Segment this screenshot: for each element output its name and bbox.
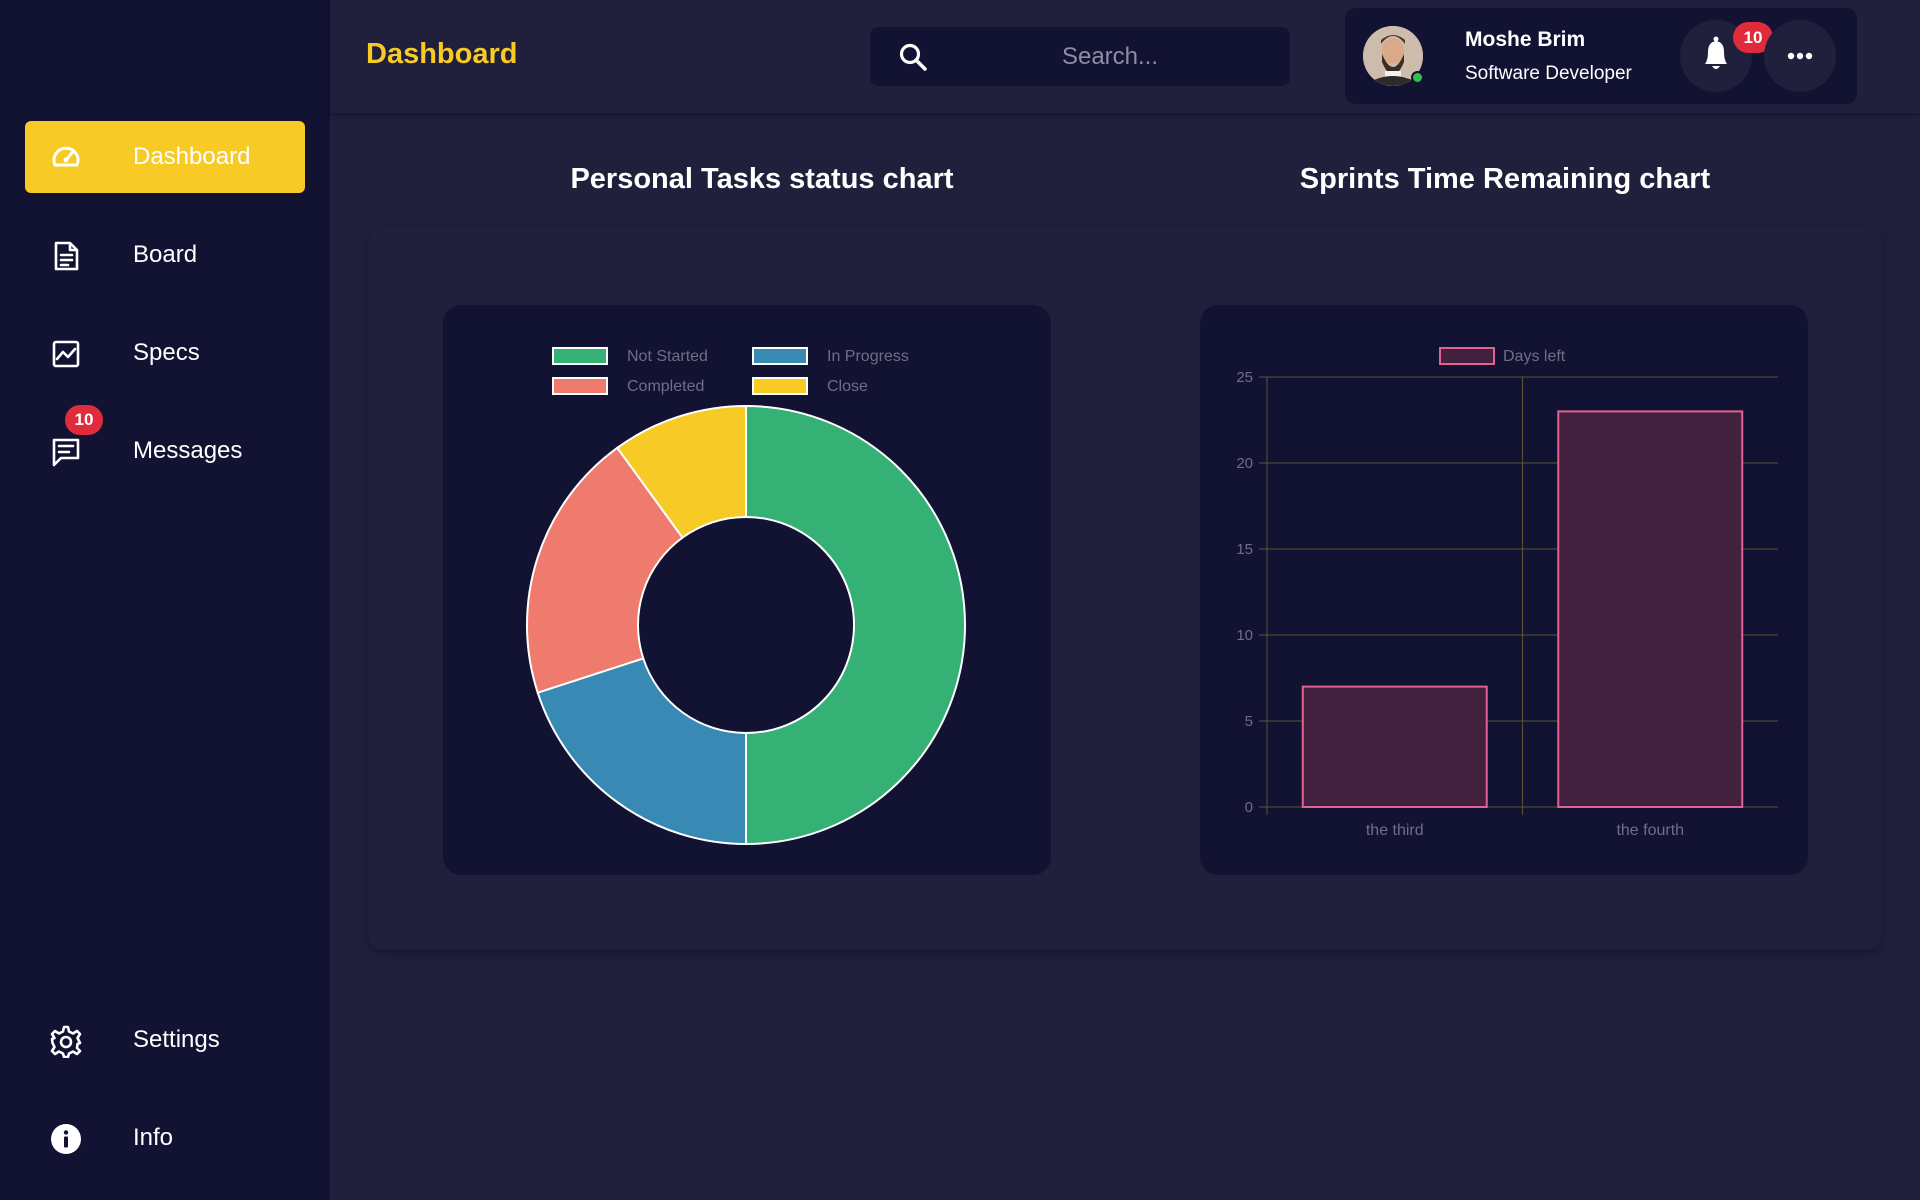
top-header: Dashboard Moshe Brim Software Developer	[330, 0, 1920, 113]
pie-chart: Not Started In Progress Completed Close	[526, 347, 966, 846]
y-tick-label: 0	[1245, 799, 1253, 816]
search-box	[870, 27, 1290, 86]
legend-swatch	[552, 347, 608, 365]
legend-label: Not Started	[627, 348, 708, 365]
pie-slice	[745, 404, 966, 846]
info-icon	[51, 1124, 81, 1154]
search-input[interactable]	[950, 37, 1270, 76]
online-status-indicator	[1411, 71, 1424, 84]
sidebar-item-label: Board	[133, 241, 198, 268]
sidebar-item-board[interactable]: Board	[25, 219, 305, 291]
sidebar-item-label: Settings	[133, 1026, 220, 1053]
legend-label: Close	[827, 378, 868, 395]
bar	[1557, 410, 1744, 809]
bar-chart-card: 0 5 10 15 20 25 the third the fourth Days left	[1200, 305, 1808, 875]
more-horizontal-icon	[1787, 52, 1813, 60]
sidebar-item-label: Specs	[133, 339, 200, 366]
y-tick-label: 15	[1236, 541, 1253, 558]
document-icon	[54, 241, 79, 271]
sidebar-item-dashboard[interactable]: Dashboard	[25, 121, 305, 193]
user-name: Moshe Brim	[1465, 28, 1586, 51]
legend-swatch	[752, 347, 808, 365]
search-icon[interactable]	[898, 42, 928, 72]
x-tick-label: the fourth	[1616, 822, 1684, 839]
bar-chart: 0 5 10 15 20 25 the third the fourth Days left	[1236, 347, 1778, 839]
user-role: Software Developer	[1465, 63, 1632, 84]
sidebar-item-messages[interactable]: 10 Messages	[25, 405, 305, 487]
more-options-button[interactable]	[1764, 20, 1836, 92]
y-tick-label: 25	[1236, 369, 1253, 386]
page-title: Dashboard	[366, 38, 518, 70]
legend-swatch	[752, 377, 808, 395]
bar	[1301, 685, 1488, 809]
speedometer-icon	[52, 146, 80, 167]
legend-label: Completed	[627, 378, 704, 395]
chart-image-icon	[52, 340, 80, 368]
messages-badge: 10	[65, 405, 103, 435]
sidebar-item-settings[interactable]: Settings	[25, 1004, 305, 1076]
legend-label: Days left	[1503, 348, 1566, 365]
y-tick-label: 20	[1236, 455, 1253, 472]
sidebar-item-label: Messages	[133, 437, 243, 464]
bar-chart-title: Sprints Time Remaining chart	[1299, 163, 1711, 195]
chat-icon	[52, 438, 80, 467]
sidebar-item-label: Info	[133, 1124, 174, 1151]
sidebar-item-label: Dashboard	[133, 143, 251, 170]
sidebar-item-info[interactable]: Info	[25, 1102, 305, 1174]
pie-chart-title: Personal Tasks status chart	[570, 163, 954, 195]
legend-swatch	[552, 377, 608, 395]
x-tick-label: the third	[1366, 822, 1424, 839]
sidebar: Dashboard Board Specs 10 Messages Settin…	[0, 0, 330, 1200]
pie-chart-card: Not Started In Progress Completed Close	[443, 305, 1051, 875]
sidebar-item-specs[interactable]: Specs	[25, 317, 305, 389]
gear-icon	[50, 1025, 82, 1058]
legend-swatch	[1439, 347, 1495, 365]
y-tick-label: 10	[1236, 627, 1253, 644]
pie-slice	[536, 657, 747, 846]
y-tick-label: 5	[1245, 713, 1253, 730]
legend-label: In Progress	[827, 348, 909, 365]
